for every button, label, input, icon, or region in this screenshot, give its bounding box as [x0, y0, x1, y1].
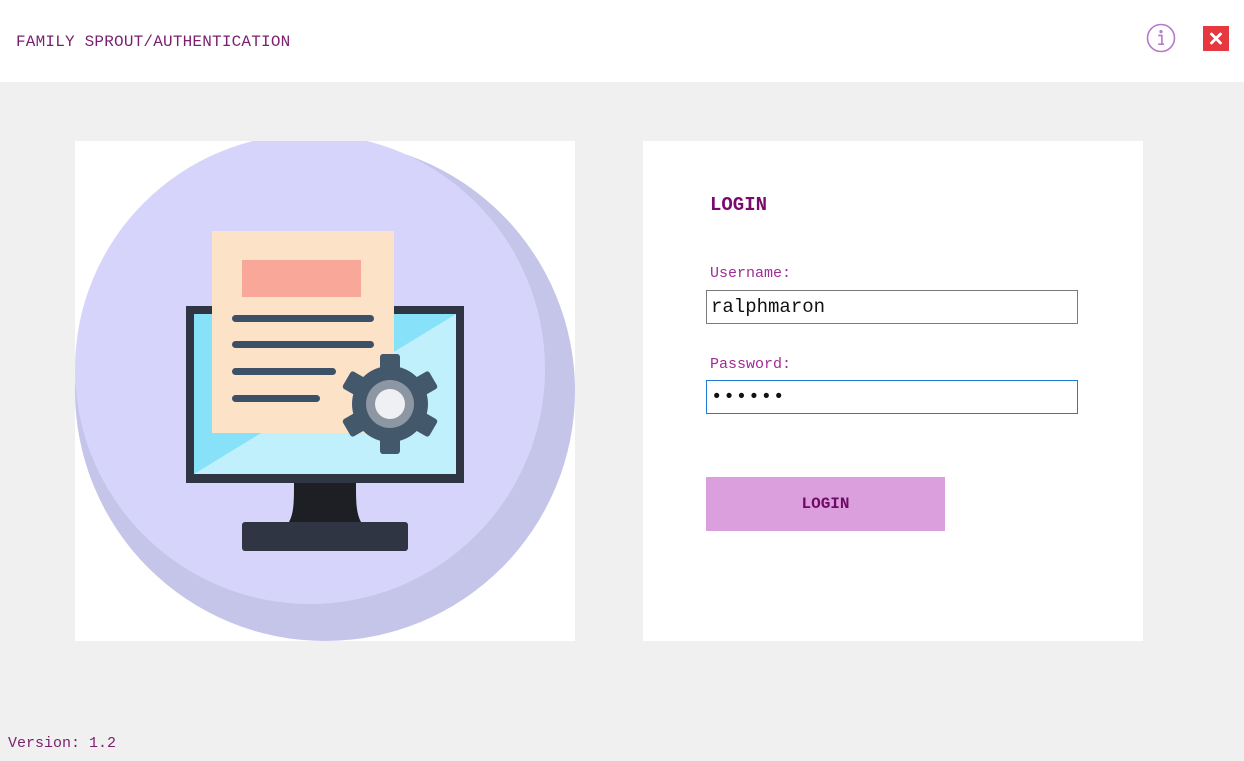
username-input[interactable]	[706, 290, 1078, 324]
close-button[interactable]	[1203, 26, 1229, 51]
info-button[interactable]	[1146, 23, 1176, 53]
login-button[interactable]: LOGIN	[706, 477, 945, 531]
title-bar: FAMILY SPROUT/AUTHENTICATION	[0, 0, 1244, 82]
username-label: Username:	[710, 265, 792, 282]
password-label: Password:	[710, 356, 792, 373]
window-title: FAMILY SPROUT/AUTHENTICATION	[16, 33, 291, 51]
login-heading: LOGIN	[710, 194, 768, 216]
version-label: Version: 1.2	[8, 735, 117, 752]
computer-document-settings-icon	[75, 141, 575, 641]
close-x-icon	[1210, 32, 1222, 45]
illustration-panel	[75, 141, 575, 641]
login-panel: LOGIN Username: Password: LOGIN	[643, 141, 1143, 641]
info-circle-icon	[1146, 23, 1176, 53]
password-input[interactable]	[706, 380, 1078, 414]
